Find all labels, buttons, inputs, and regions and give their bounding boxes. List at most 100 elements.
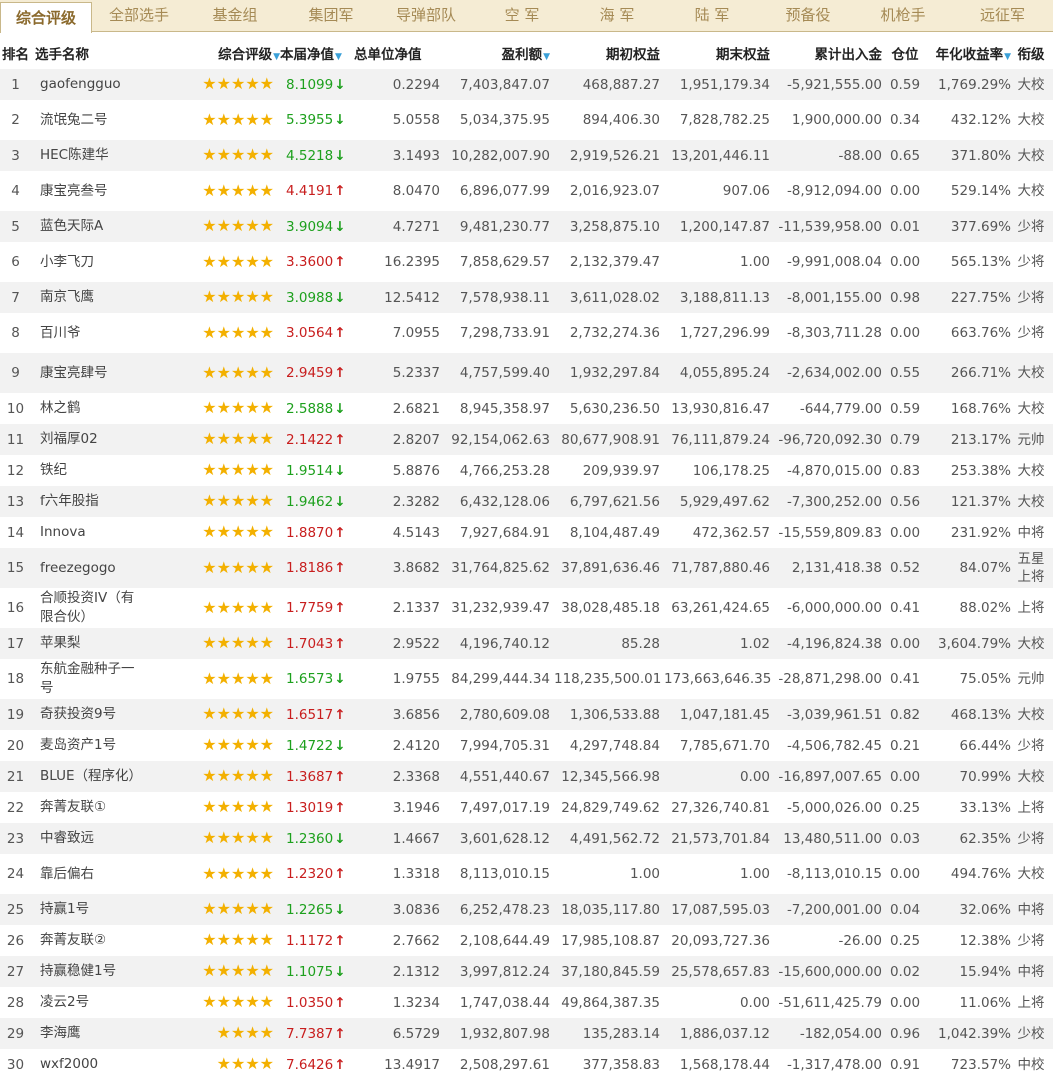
player-name-link[interactable]: 凌云2号 <box>35 987 145 1018</box>
player-name-link[interactable]: Innova <box>35 517 145 548</box>
player-name-link[interactable]: 流氓兔二号 <box>35 100 145 140</box>
player-name-link[interactable]: 蓝色天际A <box>35 211 145 242</box>
header-nav[interactable]: 本届净值▼ <box>280 36 354 69</box>
header-unit-nav[interactable]: 总单位净值 <box>354 36 444 69</box>
player-name-link[interactable]: 东航金融种子一号 <box>35 659 145 699</box>
player-name-link[interactable]: 李海鹰 <box>35 1018 145 1049</box>
table-row[interactable]: 1 gaofengguo ★★★★★ 8.1099↓ 0.2294 7,403,847.0… <box>0 69 1053 100</box>
player-name-link[interactable]: f六年股指 <box>35 486 145 517</box>
tab-5[interactable]: 空 军 <box>474 0 570 32</box>
table-row[interactable]: 24 靠后偏右 ★★★★★ 1.2320↑ 1.3318 8,113,010.15 1.00… <box>0 854 1053 894</box>
table-row[interactable]: 4 康宝亮叁号 ★★★★★ 4.4191↑ 8.0470 6,896,077.99 2,01… <box>0 171 1053 211</box>
player-name-link[interactable]: 合顺投资IV（有限合伙） <box>35 588 145 628</box>
table-row[interactable]: 26 奔菁友联② ★★★★★ 1.1172↑ 2.7662 2,108,644.49 17,… <box>0 925 1053 956</box>
end-equity-cell: 1,886,037.12 <box>664 1018 774 1049</box>
header-end-equity[interactable]: 期末权益 <box>664 36 774 69</box>
start-equity-cell: 468,887.27 <box>554 69 664 100</box>
player-name-link[interactable]: 康宝亮肆号 <box>35 353 145 393</box>
tab-8[interactable]: 预备役 <box>760 0 856 32</box>
rank-title-cell: 少将 <box>1013 211 1053 242</box>
player-name-link[interactable]: 奇获投资9号 <box>35 699 145 730</box>
tab-7[interactable]: 陆 军 <box>664 0 760 32</box>
player-name-link[interactable]: BLUE（程序化） <box>35 761 145 792</box>
table-row[interactable]: 8 百川爷 ★★★★★ 3.0564↑ 7.0955 7,298,733.91 2,732,… <box>0 313 1053 353</box>
player-name-link[interactable]: 奔菁友联① <box>35 792 145 823</box>
tab-9[interactable]: 机枪手 <box>854 0 952 32</box>
player-name-link[interactable]: freezegogo <box>35 548 145 588</box>
header-profit[interactable]: 盈利额▼ <box>444 36 554 69</box>
player-name-link[interactable]: 铁纪 <box>35 455 145 486</box>
header-net-flow[interactable]: 累计出入金 <box>774 36 886 69</box>
player-name-link[interactable]: 康宝亮叁号 <box>35 171 145 211</box>
player-name-link[interactable]: 奔菁友联② <box>35 925 145 956</box>
tab-0[interactable]: 综合评级 <box>0 2 92 33</box>
table-row[interactable]: 10 林之鹤 ★★★★★ 2.5888↓ 2.6821 8,945,358.97 5,630… <box>0 393 1053 424</box>
table-row[interactable]: 5 蓝色天际A ★★★★★ 3.9094↓ 4.7271 9,481,230.77 3,25… <box>0 211 1053 242</box>
table-row[interactable]: 27 持赢稳健1号 ★★★★★ 1.1075↓ 2.1312 3,997,812.24 37… <box>0 956 1053 987</box>
tab-3[interactable]: 集团军 <box>284 0 378 32</box>
start-equity-cell: 49,864,387.35 <box>554 987 664 1018</box>
table-row[interactable]: 18 东航金融种子一号 ★★★★★ 1.6573↓ 1.9755 84,299,444.3… <box>0 659 1053 699</box>
player-name-link[interactable]: 百川爷 <box>35 313 145 353</box>
table-row[interactable]: 16 合顺投资IV（有限合伙） ★★★★★ 1.7759↑ 2.1337 31,232,9… <box>0 588 1053 628</box>
player-name-link[interactable]: 中睿致远 <box>35 823 145 854</box>
unit-nav-cell: 2.6821 <box>354 393 444 424</box>
net-flow-cell: -4,196,824.38 <box>774 628 886 659</box>
tab-10[interactable]: 远征军 <box>952 0 1053 32</box>
rating-stars-icon: ★★★★★ <box>202 557 274 577</box>
table-row[interactable]: 2 流氓兔二号 ★★★★★ 5.3955↓ 5.0558 5,034,375.95 894,… <box>0 100 1053 140</box>
position-cell: 0.25 <box>886 925 928 956</box>
arrow-up-icon: ↑ <box>334 799 346 816</box>
table-row[interactable]: 12 铁纪 ★★★★★ 1.9514↓ 5.8876 4,766,253.28 209,93… <box>0 455 1053 486</box>
tab-4[interactable]: 导弹部队 <box>378 0 474 32</box>
table-row[interactable]: 9 康宝亮肆号 ★★★★★ 2.9459↑ 5.2337 4,757,599.40 1,93… <box>0 353 1053 393</box>
table-row[interactable]: 23 中睿致远 ★★★★★ 1.2360↓ 1.4667 3,601,628.12 4,49… <box>0 823 1053 854</box>
header-rating[interactable]: 综合评级▼ <box>145 36 280 69</box>
tab-6[interactable]: 海 军 <box>570 0 664 32</box>
table-row[interactable]: 29 李海鹰 ★★★★ 7.7387↑ 6.5729 1,932,807.98 135,28… <box>0 1018 1053 1049</box>
header-start-equity[interactable]: 期初权益 <box>554 36 664 69</box>
tab-2[interactable]: 基金组 <box>186 0 284 32</box>
player-name-link[interactable]: HEC陈建华 <box>35 140 145 171</box>
player-name-link[interactable]: 靠后偏右 <box>35 854 145 894</box>
table-row[interactable]: 3 HEC陈建华 ★★★★★ 4.5218↓ 3.1493 10,282,007.90 2,… <box>0 140 1053 171</box>
table-row[interactable]: 19 奇获投资9号 ★★★★★ 1.6517↑ 3.6856 2,780,609.08 1,… <box>0 699 1053 730</box>
table-row[interactable]: 15 freezegogo ★★★★★ 1.8186↑ 3.8682 31,764,825… <box>0 548 1053 588</box>
table-row[interactable]: 11 刘福厚02 ★★★★★ 2.1422↑ 2.8207 92,154,062.63 80… <box>0 424 1053 455</box>
profit-cell: 4,551,440.67 <box>444 761 554 792</box>
end-equity-cell: 1,951,179.34 <box>664 69 774 100</box>
rating-cell: ★★★★★ <box>145 69 280 100</box>
rank-cell: 8 <box>0 313 35 353</box>
player-name-link[interactable]: wxf2000 <box>35 1049 145 1080</box>
nav-cell: 1.7759↑ <box>280 588 354 628</box>
rank-cell: 20 <box>0 730 35 761</box>
player-name-link[interactable]: 持赢稳健1号 <box>35 956 145 987</box>
table-row[interactable]: 14 Innova ★★★★★ 1.8870↑ 4.5143 7,927,684.91 8,… <box>0 517 1053 548</box>
rank-title-cell: 少将 <box>1013 242 1053 282</box>
player-name-link[interactable]: 南京飞鹰 <box>35 282 145 313</box>
player-name-link[interactable]: 刘福厚02 <box>35 424 145 455</box>
table-row[interactable]: 13 f六年股指 ★★★★★ 1.9462↓ 2.3282 6,432,128.06 6,7… <box>0 486 1053 517</box>
table-row[interactable]: 30 wxf2000 ★★★★ 7.6426↑ 13.4917 2,508,297.61 3… <box>0 1049 1053 1080</box>
arrow-up-icon: ↑ <box>334 365 346 381</box>
table-row[interactable]: 7 南京飞鹰 ★★★★★ 3.0988↓ 12.5412 7,578,938.11 3,61… <box>0 282 1053 313</box>
tab-1[interactable]: 全部选手 <box>92 0 186 32</box>
table-row[interactable]: 22 奔菁友联① ★★★★★ 1.3019↑ 3.1946 7,497,017.19 24,… <box>0 792 1053 823</box>
header-position[interactable]: 仓位 <box>886 36 928 69</box>
rating-cell: ★★★★★ <box>145 894 280 925</box>
player-name-link[interactable]: 持赢1号 <box>35 894 145 925</box>
player-name-link[interactable]: 小李飞刀 <box>35 242 145 282</box>
header-annual-return[interactable]: 年化收益率▼ <box>928 36 1013 69</box>
table-row[interactable]: 17 苹果梨 ★★★★★ 1.7043↑ 2.9522 4,196,740.12 85.28… <box>0 628 1053 659</box>
player-name-link[interactable]: 苹果梨 <box>35 628 145 659</box>
table-row[interactable]: 21 BLUE（程序化） ★★★★★ 1.3687↑ 2.3368 4,551,440.6… <box>0 761 1053 792</box>
nav-value: 1.9514 <box>286 462 334 479</box>
table-row[interactable]: 25 持赢1号 ★★★★★ 1.2265↓ 3.0836 6,252,478.23 18,0… <box>0 894 1053 925</box>
table-row[interactable]: 6 小李飞刀 ★★★★★ 3.3600↑ 16.2395 7,858,629.57 2,13… <box>0 242 1053 282</box>
player-name-link[interactable]: 林之鹤 <box>35 393 145 424</box>
table-row[interactable]: 28 凌云2号 ★★★★★ 1.0350↑ 1.3234 1,747,038.44 49,8… <box>0 987 1053 1018</box>
player-name-link[interactable]: 麦岛资产1号 <box>35 730 145 761</box>
nav-cell: 2.1422↑ <box>280 424 354 455</box>
player-name-link[interactable]: gaofengguo <box>35 69 145 100</box>
table-row[interactable]: 20 麦岛资产1号 ★★★★★ 1.4722↓ 2.4120 7,994,705.31 4,… <box>0 730 1053 761</box>
